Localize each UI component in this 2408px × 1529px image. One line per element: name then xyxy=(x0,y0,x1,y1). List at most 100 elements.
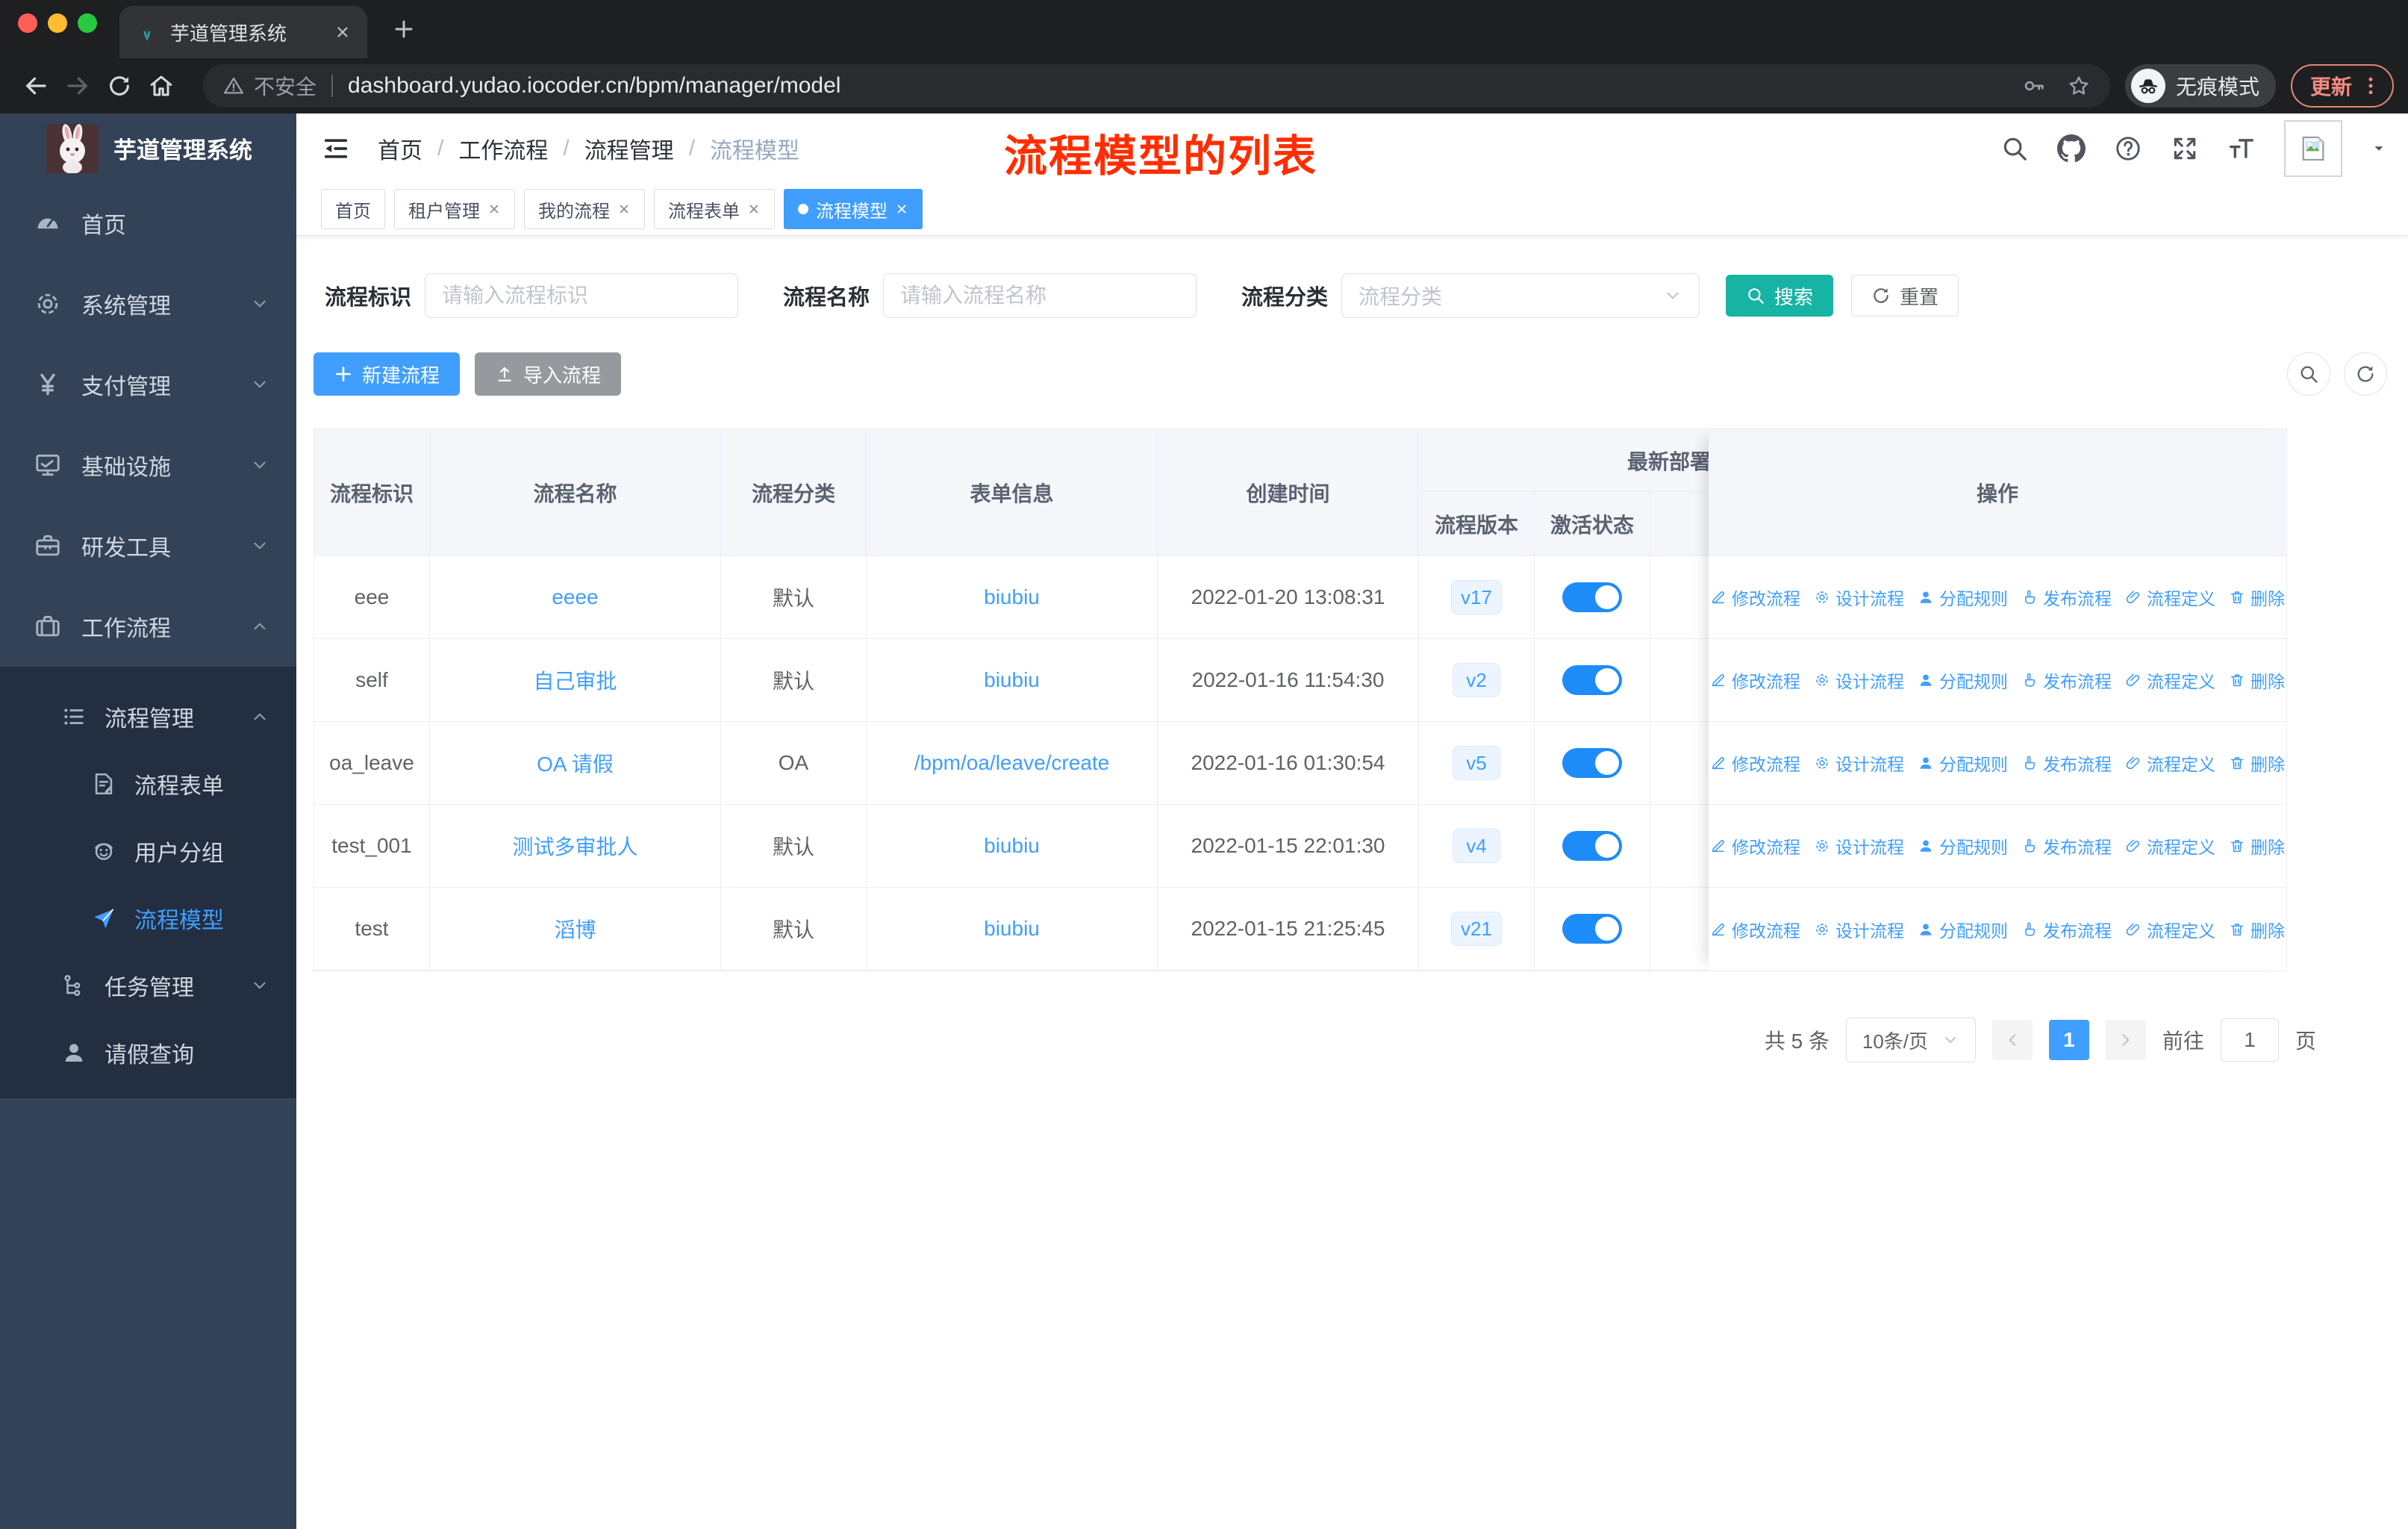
sidebar-item-system-management[interactable]: 系统管理 xyxy=(0,264,296,344)
new-tab-button[interactable] xyxy=(390,15,418,43)
app-logo-row[interactable]: 芋道管理系统 xyxy=(0,113,296,183)
reload-icon[interactable] xyxy=(99,65,140,107)
page-size-select[interactable]: 10条/页 xyxy=(1845,1018,1976,1062)
action-design-process[interactable]: 设计流程 xyxy=(1814,667,1904,693)
active-toggle[interactable] xyxy=(1562,582,1622,612)
process-name-link[interactable]: OA 请假 xyxy=(537,748,614,778)
bookmark-star-icon[interactable] xyxy=(2067,74,2091,98)
action-publish-process[interactable]: 发布流程 xyxy=(2021,833,2112,859)
sidebar-item-payment-management[interactable]: 支付管理 xyxy=(0,344,296,425)
search-icon[interactable] xyxy=(2000,134,2029,163)
action-delete[interactable]: 删除 xyxy=(2229,833,2285,859)
tag-close-icon[interactable] xyxy=(747,202,761,216)
process-category-select[interactable]: 流程分类 xyxy=(1341,273,1700,318)
forward-icon[interactable] xyxy=(57,65,99,107)
sidebar-item-leave-query[interactable]: 请假查询 xyxy=(0,1019,296,1086)
active-toggle[interactable] xyxy=(1562,914,1622,944)
avatar-caret-down-icon[interactable] xyxy=(2371,140,2387,157)
form-info-link[interactable]: biubiu xyxy=(984,585,1040,609)
form-info-link[interactable]: /bpm/oa/leave/create xyxy=(914,751,1110,775)
active-toggle[interactable] xyxy=(1562,831,1622,861)
action-design-process[interactable]: 设计流程 xyxy=(1814,585,1904,610)
action-assign-rule[interactable]: 分配规则 xyxy=(1918,833,2008,859)
action-edit-process[interactable]: 修改流程 xyxy=(1710,585,1800,610)
window-close-button[interactable] xyxy=(18,13,37,33)
sidebar-item-dev-tools[interactable]: 研发工具 xyxy=(0,505,296,586)
back-icon[interactable] xyxy=(15,65,57,107)
github-icon[interactable] xyxy=(2057,134,2086,163)
goto-page-input[interactable] xyxy=(2220,1018,2279,1062)
sidebar-collapse-icon[interactable] xyxy=(321,134,351,164)
process-name-link[interactable]: 滔博 xyxy=(554,914,596,944)
action-edit-process[interactable]: 修改流程 xyxy=(1710,917,1800,942)
process-key-input[interactable] xyxy=(425,273,739,318)
action-assign-rule[interactable]: 分配规则 xyxy=(1918,667,2008,693)
sidebar-item-home[interactable]: 首页 xyxy=(0,183,296,264)
active-toggle[interactable] xyxy=(1562,665,1622,695)
action-delete[interactable]: 删除 xyxy=(2229,667,2285,693)
tag-process-model[interactable]: 流程模型 xyxy=(784,189,923,229)
action-publish-process[interactable]: 发布流程 xyxy=(2021,750,2112,776)
browser-update-button[interactable]: 更新 xyxy=(2291,64,2395,108)
toggle-search-button[interactable] xyxy=(2287,352,2330,396)
avatar[interactable] xyxy=(2284,119,2342,177)
address-bar[interactable]: 不安全 dashboard.yudao.iocoder.cn/bpm/manag… xyxy=(203,64,2110,108)
action-assign-rule[interactable]: 分配规则 xyxy=(1918,585,2008,610)
action-process-definition[interactable]: 流程定义 xyxy=(2125,750,2215,776)
action-delete[interactable]: 删除 xyxy=(2229,750,2285,776)
action-design-process[interactable]: 设计流程 xyxy=(1814,833,1904,859)
sidebar-item-process-management[interactable]: 流程管理 xyxy=(0,683,296,750)
tag-home[interactable]: 首页 xyxy=(321,189,385,229)
action-publish-process[interactable]: 发布流程 xyxy=(2021,667,2112,693)
fullscreen-icon[interactable] xyxy=(2171,134,2199,163)
action-assign-rule[interactable]: 分配规则 xyxy=(1918,917,2008,942)
action-process-definition[interactable]: 流程定义 xyxy=(2125,667,2215,693)
reset-button[interactable]: 重置 xyxy=(1851,275,1959,317)
action-delete[interactable]: 删除 xyxy=(2229,917,2285,942)
sidebar-item-infrastructure[interactable]: 基础设施 xyxy=(0,425,296,505)
action-design-process[interactable]: 设计流程 xyxy=(1814,750,1904,776)
action-assign-rule[interactable]: 分配规则 xyxy=(1918,750,2008,776)
font-size-icon[interactable] xyxy=(2227,134,2256,163)
action-design-process[interactable]: 设计流程 xyxy=(1814,917,1904,942)
action-process-definition[interactable]: 流程定义 xyxy=(2125,917,2215,942)
action-publish-process[interactable]: 发布流程 xyxy=(2021,917,2112,942)
sidebar-item-user-group[interactable]: 用户分组 xyxy=(0,818,296,885)
home-icon[interactable] xyxy=(140,65,182,107)
sidebar-item-process-model[interactable]: 流程模型 xyxy=(0,885,296,952)
sidebar-item-process-form[interactable]: 流程表单 xyxy=(0,750,296,818)
process-name-link[interactable]: 测试多审批人 xyxy=(512,831,637,861)
breadcrumb-process-management[interactable]: 流程管理 xyxy=(584,132,674,165)
form-info-link[interactable]: biubiu xyxy=(984,834,1040,858)
tab-close-icon[interactable] xyxy=(334,24,351,40)
action-process-definition[interactable]: 流程定义 xyxy=(2125,585,2215,610)
active-toggle[interactable] xyxy=(1562,748,1622,778)
form-info-link[interactable]: biubiu xyxy=(984,917,1040,941)
process-name-link[interactable]: eeee xyxy=(552,585,598,609)
breadcrumb-workflow[interactable]: 工作流程 xyxy=(458,132,548,165)
sidebar-item-workflow[interactable]: 工作流程 xyxy=(0,586,296,667)
tag-close-icon[interactable] xyxy=(617,202,631,216)
sidebar-item-task-management[interactable]: 任务管理 xyxy=(0,952,296,1019)
action-edit-process[interactable]: 修改流程 xyxy=(1710,833,1800,859)
action-publish-process[interactable]: 发布流程 xyxy=(2021,585,2112,610)
refresh-table-button[interactable] xyxy=(2344,352,2387,396)
import-process-button[interactable]: 导入流程 xyxy=(475,352,622,396)
tag-tenant-management[interactable]: 租户管理 xyxy=(394,189,515,229)
process-name-link[interactable]: 自己审批 xyxy=(533,665,617,695)
current-page-button[interactable]: 1 xyxy=(2048,1020,2089,1060)
search-button[interactable]: 搜索 xyxy=(1726,275,1834,317)
browser-menu-kebab-icon[interactable] xyxy=(2359,75,2382,97)
action-process-definition[interactable]: 流程定义 xyxy=(2125,833,2215,859)
action-edit-process[interactable]: 修改流程 xyxy=(1710,667,1800,693)
tag-process-form[interactable]: 流程表单 xyxy=(654,189,775,229)
window-minimize-button[interactable] xyxy=(48,13,67,33)
action-edit-process[interactable]: 修改流程 xyxy=(1710,750,1800,776)
browser-tab[interactable]: 芋道管理系统 xyxy=(119,6,367,58)
create-process-button[interactable]: 新建流程 xyxy=(314,352,461,396)
form-info-link[interactable]: biubiu xyxy=(984,668,1040,692)
process-name-input[interactable] xyxy=(883,273,1197,318)
help-question-icon[interactable] xyxy=(2114,134,2142,163)
next-page-button[interactable] xyxy=(2105,1020,2146,1060)
tag-my-process[interactable]: 我的流程 xyxy=(524,189,645,229)
